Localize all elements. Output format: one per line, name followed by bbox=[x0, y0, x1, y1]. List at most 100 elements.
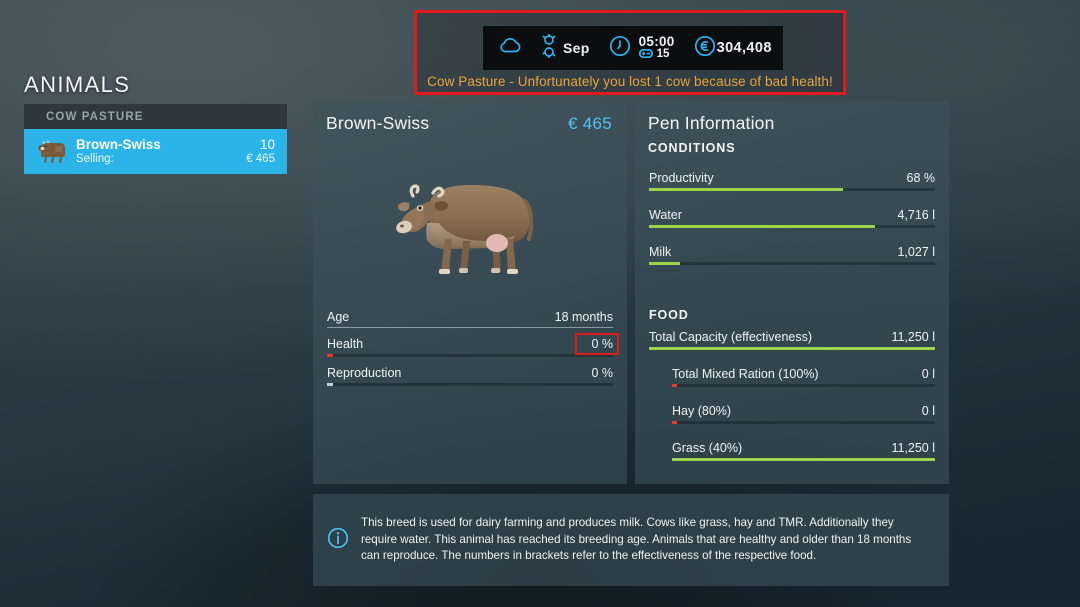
pen-information-panel: Pen Information CONDITIONS Productivity … bbox=[635, 101, 949, 484]
condition-bar-fill-1 bbox=[649, 225, 875, 228]
food-line-3: Grass (40%) 11,250 l bbox=[672, 441, 935, 458]
clock-time: 05:00 bbox=[638, 33, 675, 49]
condition-line-1: Water 4,716 l bbox=[649, 208, 935, 225]
sidebar-item-text: Brown-Swiss Selling: bbox=[76, 137, 246, 167]
conditions-heading: CONDITIONS bbox=[648, 141, 736, 155]
food-bar-fill-2 bbox=[672, 421, 678, 424]
condition-value-2: 1,027 l bbox=[897, 245, 935, 259]
condition-value-0: 68 % bbox=[906, 171, 936, 185]
animal-stat-bar-2 bbox=[327, 383, 613, 386]
animal-name: Brown-Swiss bbox=[326, 113, 430, 133]
food-list: Total Capacity (effectiveness) 11,250 l … bbox=[649, 330, 935, 470]
animal-stat-row: Health 0 % bbox=[327, 337, 613, 366]
animal-stat-bar-1 bbox=[327, 354, 613, 357]
food-bar-2 bbox=[672, 421, 935, 424]
food-label-1: Total Mixed Ration (100%) bbox=[672, 367, 819, 381]
food-bar-3 bbox=[672, 458, 935, 461]
condition-bar-fill-2 bbox=[649, 262, 681, 265]
money-amount: 304,408 bbox=[716, 40, 772, 56]
hud-weather bbox=[483, 26, 523, 70]
animal-detail-panel: Brown-Swiss € 465 Age 18 months Health 0… bbox=[313, 101, 627, 484]
animal-panel-header: Brown-Swiss € 465 bbox=[313, 101, 627, 134]
condition-bar-fill-0 bbox=[649, 188, 844, 191]
sidebar-item-values: 10 € 465 bbox=[246, 137, 275, 167]
food-row: Total Mixed Ration (100%) 0 l bbox=[672, 367, 935, 396]
sidebar-item-name: Brown-Swiss bbox=[76, 136, 161, 152]
animal-stat-row: Reproduction 0 % bbox=[327, 366, 613, 395]
info-panel: This breed is used for dairy farming and… bbox=[313, 494, 949, 586]
page-title: ANIMALS bbox=[24, 72, 131, 97]
conditions-list: Productivity 68 % Water 4,716 l Milk 1,0… bbox=[649, 171, 935, 274]
food-row: Hay (80%) 0 l bbox=[672, 404, 935, 433]
animal-stat-value-2: 0 % bbox=[591, 366, 613, 380]
cow-icon bbox=[35, 137, 69, 167]
food-heading: FOOD bbox=[649, 308, 689, 322]
food-line-1: Total Mixed Ration (100%) 0 l bbox=[672, 367, 935, 384]
clock-readout: 05:00 15 bbox=[638, 33, 675, 62]
sidebar-item-sublabel: Selling: bbox=[76, 153, 114, 166]
animal-stat-label-0: Age bbox=[327, 310, 350, 324]
animal-stat-value-0: 18 months bbox=[554, 310, 613, 324]
animal-stat-bar-fill-1 bbox=[327, 354, 333, 357]
condition-bar-1 bbox=[649, 225, 935, 228]
pen-panel-body: Productivity 68 % Water 4,716 l Milk 1,0… bbox=[635, 159, 949, 470]
food-line-0: Total Capacity (effectiveness) 11,250 l bbox=[649, 330, 935, 347]
animal-stat-row: Age 18 months bbox=[327, 310, 613, 337]
animal-stat-line-0: Age 18 months bbox=[327, 310, 613, 327]
food-bar-fill-0 bbox=[649, 347, 935, 350]
animal-stat-label-2: Reproduction bbox=[327, 366, 402, 380]
food-label-2: Hay (80%) bbox=[672, 404, 732, 418]
sidebar-item-price: € 465 bbox=[246, 153, 275, 166]
condition-label-1: Water bbox=[649, 208, 682, 222]
condition-value-1: 4,716 l bbox=[897, 208, 935, 222]
euro-circle-icon bbox=[693, 34, 717, 63]
condition-bar-2 bbox=[649, 262, 935, 265]
sidebar: COW PASTURE Brown-Swiss Selling: 10 € 46… bbox=[24, 104, 287, 174]
season-icon bbox=[541, 33, 557, 63]
clock-day: 15 bbox=[656, 48, 670, 61]
info-panel-inner: This breed is used for dairy farming and… bbox=[313, 494, 949, 586]
sidebar-item-brown-swiss[interactable]: Brown-Swiss Selling: 10 € 465 bbox=[24, 129, 287, 174]
sidebar-group-header: COW PASTURE bbox=[24, 104, 287, 129]
clock-icon bbox=[608, 34, 632, 63]
food-row: Total Capacity (effectiveness) 11,250 l bbox=[649, 330, 935, 359]
hud-warning-message: Cow Pasture - Unfortunately you lost 1 c… bbox=[427, 74, 833, 89]
animal-stat-line-2: Reproduction 0 % bbox=[327, 366, 613, 383]
food-label-3: Grass (40%) bbox=[672, 441, 743, 455]
condition-label-0: Productivity bbox=[649, 171, 714, 185]
food-bar-fill-1 bbox=[672, 384, 678, 387]
condition-line-2: Milk 1,027 l bbox=[649, 245, 935, 262]
hud-season: Sep bbox=[541, 26, 590, 70]
info-text: This breed is used for dairy farming and… bbox=[361, 516, 912, 563]
time-scale-icon bbox=[638, 48, 653, 62]
hud-highlight-box: Sep 05:00 15 304,408 Cow Pasture - Unfor… bbox=[414, 10, 846, 95]
animal-stats-list: Age 18 months Health 0 % Reproduction 0 … bbox=[327, 310, 613, 395]
condition-bar-0 bbox=[649, 188, 935, 191]
info-icon bbox=[327, 527, 349, 554]
condition-row: Productivity 68 % bbox=[649, 171, 935, 200]
food-value-1: 0 l bbox=[921, 367, 935, 381]
animal-stat-rule-0 bbox=[327, 327, 613, 328]
food-bar-0 bbox=[649, 347, 935, 350]
food-value-2: 0 l bbox=[921, 404, 935, 418]
animal-stat-label-1: Health bbox=[327, 337, 364, 351]
condition-row: Milk 1,027 l bbox=[649, 245, 935, 274]
animal-stat-bar-fill-2 bbox=[327, 383, 333, 386]
pen-title: Pen Information bbox=[648, 113, 775, 133]
condition-row: Water 4,716 l bbox=[649, 208, 935, 237]
hud-time: 05:00 15 bbox=[608, 26, 675, 70]
condition-line-0: Productivity 68 % bbox=[649, 171, 935, 188]
animal-price: € 465 bbox=[567, 114, 612, 133]
hud-money bbox=[693, 26, 717, 70]
pen-panel-header: Pen Information CONDITIONS bbox=[635, 101, 949, 159]
cloud-icon bbox=[497, 36, 523, 61]
food-bar-1 bbox=[672, 384, 935, 387]
animal-stat-value-1: 0 % bbox=[591, 337, 613, 351]
food-value-0: 11,250 l bbox=[891, 330, 935, 344]
hud-month-label: Sep bbox=[563, 40, 590, 56]
clock-day-row: 15 bbox=[638, 48, 675, 62]
food-bar-fill-3 bbox=[672, 458, 935, 461]
food-line-2: Hay (80%) 0 l bbox=[672, 404, 935, 421]
food-value-3: 11,250 l bbox=[891, 441, 935, 455]
condition-label-2: Milk bbox=[649, 245, 672, 259]
